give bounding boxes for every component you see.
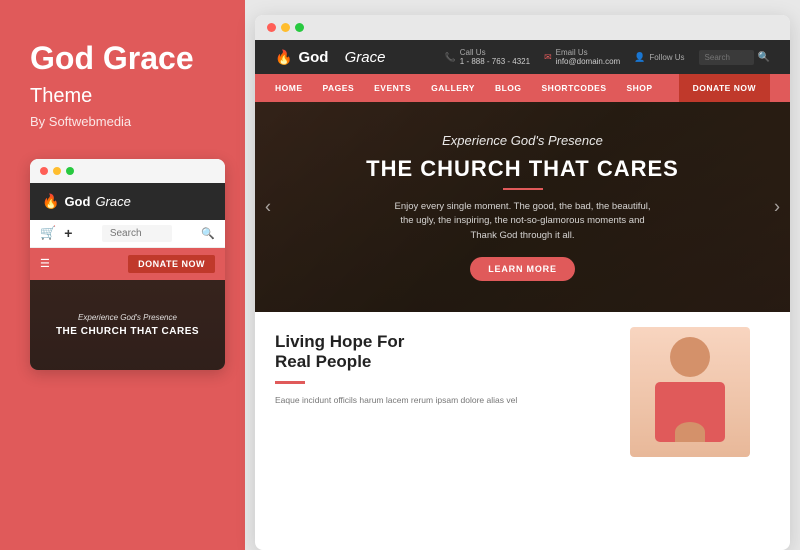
theme-subtitle: Theme (30, 85, 215, 108)
cart-icon[interactable]: 🛒 (40, 225, 56, 241)
site-logo: 🔥 God Grace (275, 49, 385, 66)
hero-learn-more-button[interactable]: LEARN MORE (470, 257, 575, 281)
mobile-hero: Experience God's Presence THE CHURCH THA… (30, 280, 225, 370)
nav-home[interactable]: HOME (275, 74, 313, 102)
site-nav: HOME PAGES EVENTS GALLERY BLOG SHORTCODE… (255, 74, 790, 102)
mobile-logo-italic: Grace (95, 194, 130, 209)
content-text: Eaque incidunt officils harum lacem reru… (275, 394, 590, 407)
browser-mockup: 🔥 God Grace 📞 Call Us 1 - 888 - 763 - 43… (255, 15, 790, 550)
hero-next-arrow[interactable]: › (774, 197, 780, 218)
content-right (610, 332, 770, 452)
site-hero: ‹ Experience God's Presence THE CHURCH T… (255, 102, 790, 312)
site-content: Living Hope ForReal People Eaque incidun… (255, 312, 790, 472)
call-label: Call Us (460, 48, 530, 57)
nav-shop[interactable]: SHOP (617, 74, 663, 102)
person-body (655, 382, 725, 442)
theme-title: God Grace (30, 40, 215, 77)
mobile-logo-bold: God (64, 194, 90, 209)
theme-by: By Softwebmedia (30, 114, 215, 129)
follow-label: Follow Us (649, 53, 684, 62)
header-search-input[interactable] (699, 50, 754, 65)
browser-dot-yellow (281, 23, 290, 32)
mobile-dot-yellow (53, 167, 61, 175)
mobile-hero-subtitle: Experience God's Presence (78, 313, 177, 322)
browser-dot-red (267, 23, 276, 32)
site-header: 🔥 God Grace 📞 Call Us 1 - 888 - 763 - 43… (255, 40, 790, 74)
content-divider (275, 381, 305, 384)
mobile-search-input[interactable] (102, 225, 172, 242)
hero-prev-arrow[interactable]: ‹ (265, 197, 271, 218)
person-head (670, 337, 710, 377)
hero-title: THE CHURCH THAT CARES (366, 156, 679, 182)
phone-info: 📞 Call Us 1 - 888 - 763 - 4321 (445, 48, 531, 66)
email-label: Email Us (556, 48, 621, 57)
nav-donate-button[interactable]: DONATE NOW (679, 74, 770, 102)
flame-icon: 🔥 (42, 193, 59, 210)
mobile-header: 🔥 God Grace (30, 183, 225, 220)
mobile-hero-title: THE CHURCH THAT CARES (56, 326, 199, 337)
hero-divider (503, 188, 543, 190)
nav-pages[interactable]: PAGES (313, 74, 365, 102)
left-panel: God Grace Theme By Softwebmedia 🔥 God Gr… (0, 0, 245, 550)
nav-blog[interactable]: BLOG (485, 74, 532, 102)
mobile-mockup: 🔥 God Grace 🛒 + 🔍 ☰ DONATE NOW Experienc… (30, 159, 225, 370)
header-search: 🔍 (699, 50, 770, 65)
content-title: Living Hope ForReal People (275, 332, 590, 373)
mobile-donate-button[interactable]: DONATE NOW (128, 255, 215, 273)
nav-items: HOME PAGES EVENTS GALLERY BLOG SHORTCODE… (275, 74, 663, 102)
hero-subtitle: Experience God's Presence (442, 133, 603, 148)
browser-top-bar (255, 15, 790, 40)
site-logo-italic: Grace (345, 49, 386, 66)
mobile-nav-bar: ☰ DONATE NOW (30, 248, 225, 280)
mobile-search-bar: 🛒 + 🔍 (30, 220, 225, 248)
mobile-search-button[interactable]: 🔍 (201, 227, 215, 240)
call-value: 1 - 888 - 763 - 4321 (460, 57, 530, 66)
header-search-icon[interactable]: 🔍 (758, 52, 770, 63)
nav-gallery[interactable]: GALLERY (421, 74, 485, 102)
person-image (630, 327, 750, 457)
follow-icon: 👤 (634, 52, 645, 63)
email-value: info@domain.com (556, 57, 621, 66)
mobile-search-left: 🛒 + (40, 225, 72, 241)
phone-icon: 📞 (445, 52, 456, 63)
site-flame-icon: 🔥 (275, 49, 292, 66)
email-icon: ✉ (544, 52, 552, 63)
hamburger-icon[interactable]: ☰ (40, 257, 50, 270)
mobile-dot-green (66, 167, 74, 175)
browser-dot-green (295, 23, 304, 32)
plus-icon[interactable]: + (64, 225, 72, 241)
mobile-top-bar (30, 159, 225, 183)
mobile-logo: 🔥 God Grace (42, 193, 131, 210)
content-left: Living Hope ForReal People Eaque incidun… (275, 332, 590, 452)
site-logo-bold: God (298, 49, 328, 66)
person-hands (675, 422, 705, 442)
email-info: ✉ Email Us info@domain.com (544, 48, 620, 66)
hero-text: Enjoy every single moment. The good, the… (393, 200, 653, 243)
follow-info: 👤 Follow Us (634, 52, 684, 63)
nav-events[interactable]: EVENTS (364, 74, 421, 102)
site-header-right: 📞 Call Us 1 - 888 - 763 - 4321 ✉ Email U… (445, 48, 770, 66)
mobile-dot-red (40, 167, 48, 175)
nav-shortcodes[interactable]: SHORTCODES (532, 74, 617, 102)
